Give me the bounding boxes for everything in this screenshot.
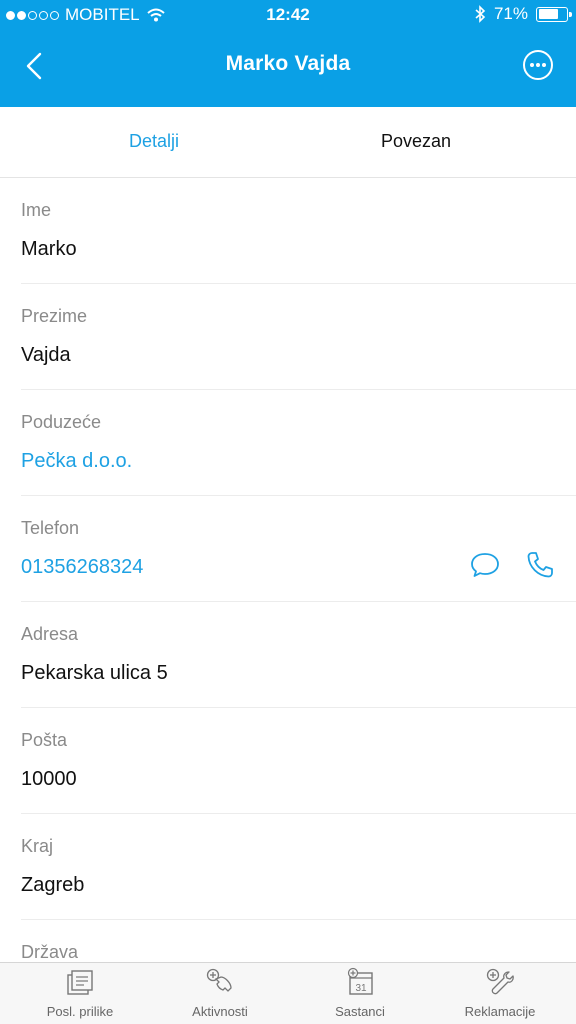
field-label: Adresa bbox=[21, 624, 79, 644]
field-label: Poduzeće bbox=[21, 412, 102, 432]
field-value: Pekarska ulica 5 bbox=[21, 662, 168, 684]
bluetooth-icon bbox=[475, 5, 486, 23]
more-options-icon[interactable] bbox=[522, 49, 554, 81]
opportunities-icon bbox=[67, 970, 93, 995]
tab-related[interactable]: Povezan bbox=[381, 131, 451, 152]
field-value: Vajda bbox=[21, 344, 71, 366]
field-phone: Telefon 01356268324 bbox=[0, 496, 576, 602]
field-value: 10000 bbox=[21, 768, 77, 790]
bottom-tab-bar: Posl. prilike Aktivnosti 31 Sastanci Rek… bbox=[0, 962, 576, 1024]
navigation-bar: Marko Vajda bbox=[0, 30, 576, 107]
field-value: Marko bbox=[21, 238, 77, 260]
calendar-add-icon: 31 bbox=[347, 967, 373, 995]
wrench-add-icon bbox=[486, 968, 514, 995]
battery-percent: 71% bbox=[493, 4, 528, 23]
field-label: Prezime bbox=[21, 306, 88, 326]
field-first-name: Ime Marko bbox=[0, 178, 576, 284]
battery-icon bbox=[536, 6, 572, 22]
tab-label: Aktivnosti bbox=[192, 1004, 248, 1019]
tab-details[interactable]: Detalji bbox=[129, 131, 179, 152]
tab-label: Sastanci bbox=[335, 1004, 385, 1019]
field-label: Telefon bbox=[21, 518, 80, 538]
status-right: 71% bbox=[474, 4, 572, 24]
field-postal-code: Pošta 10000 bbox=[0, 708, 576, 814]
field-last-name: Prezime Vajda bbox=[0, 284, 576, 390]
field-value: Zagreb bbox=[21, 874, 85, 896]
field-address: Adresa Pekarska ulica 5 bbox=[0, 602, 576, 708]
field-company: Poduzeće Pečka d.o.o. bbox=[0, 390, 576, 496]
add-call-icon bbox=[206, 968, 232, 992]
field-label: Pošta bbox=[21, 730, 68, 750]
tab-complaints[interactable]: Reklamacije bbox=[428, 963, 572, 1024]
field-label: Ime bbox=[21, 200, 52, 220]
phone-call-icon[interactable] bbox=[524, 549, 556, 581]
tab-label: Posl. prilike bbox=[46, 1004, 114, 1019]
status-bar: MOBITEL 12:42 71% bbox=[0, 0, 576, 30]
field-city: Kraj Zagreb bbox=[0, 814, 576, 920]
phone-link[interactable]: 01356268324 bbox=[21, 556, 143, 579]
tab-label: Reklamacije bbox=[464, 1004, 536, 1019]
calendar-day-text: 31 bbox=[355, 983, 367, 994]
tab-meetings[interactable]: 31 Sastanci bbox=[288, 963, 432, 1024]
contact-title: Marko Vajda bbox=[225, 52, 351, 75]
field-label: Kraj bbox=[21, 836, 54, 856]
tab-activities[interactable]: Aktivnosti bbox=[148, 963, 292, 1024]
field-label: Država bbox=[21, 942, 79, 962]
detail-tabs: Detalji Povezan bbox=[0, 107, 576, 178]
message-icon[interactable] bbox=[469, 551, 501, 579]
tab-opportunities[interactable]: Posl. prilike bbox=[8, 963, 152, 1024]
company-link[interactable]: Pečka d.o.o. bbox=[21, 450, 132, 473]
